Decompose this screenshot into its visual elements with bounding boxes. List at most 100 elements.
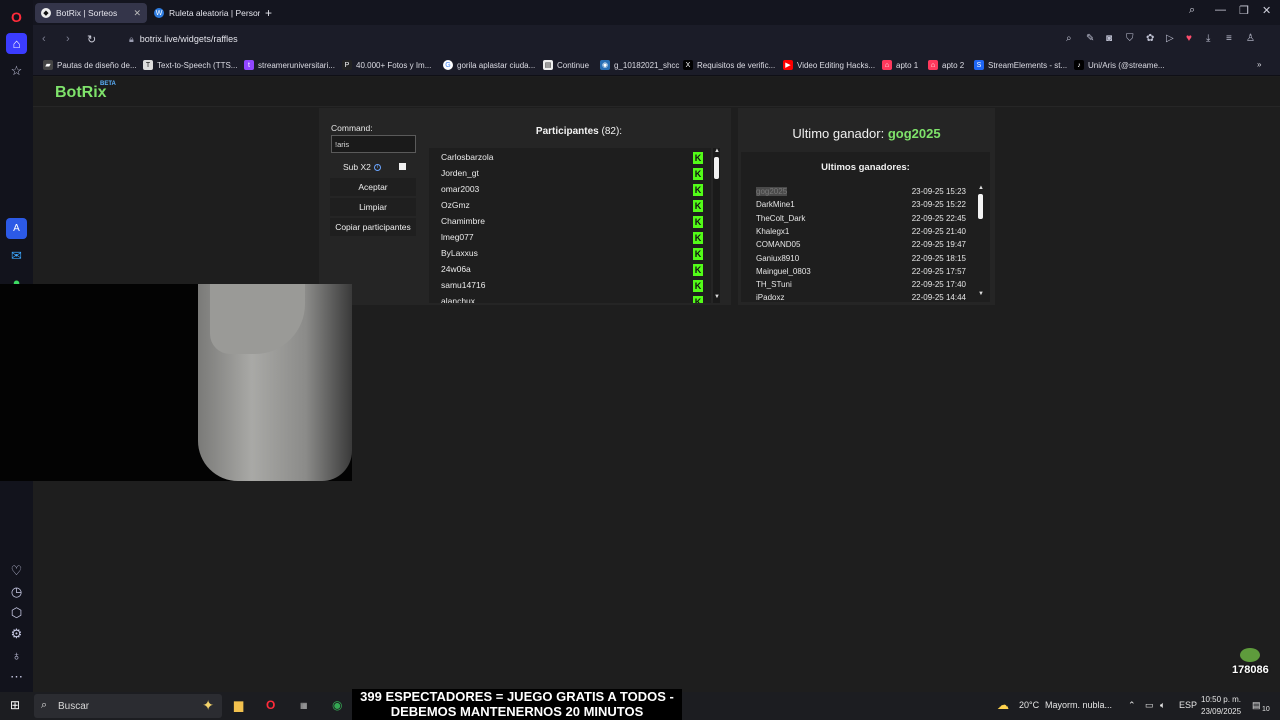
forward-icon[interactable]: › [66, 33, 70, 45]
winner-row: gog2025 23-09-25 15:23 [756, 187, 966, 200]
new-tab-button[interactable]: + [261, 3, 279, 23]
tray-chevron-icon[interactable]: ⌃ [1128, 700, 1136, 711]
messenger-icon[interactable]: ✉ [6, 245, 27, 266]
edit-icon[interactable]: ✎ [1086, 33, 1094, 44]
botrix-logo[interactable]: BotRix BETA [55, 81, 116, 102]
bookmark-item[interactable]: P 40.000+ Fotos y Im... [342, 60, 431, 70]
shield-icon[interactable]: ⛉ [1126, 33, 1134, 44]
lightbulb-icon[interactable]: ♁ [6, 645, 27, 666]
participants-scrollbar[interactable]: ▲ ▼ [713, 148, 720, 303]
participant-name: 24w06a [441, 264, 471, 274]
file-explorer-icon[interactable]: ▆ [234, 698, 243, 712]
link-icon: ◉ [600, 60, 610, 70]
overlay-line-1: 399 ESPECTADORES = JUEGO GRATIS A TODOS … [360, 689, 674, 704]
language-indicator[interactable]: ESP [1179, 700, 1197, 710]
notifications-icon[interactable]: ▤ [1252, 700, 1261, 711]
overlay-line-2: DEBEMOS MANTENERNOS 20 MINUTOS [390, 704, 644, 719]
scroll-down-icon[interactable]: ▼ [978, 291, 984, 297]
weather-desc[interactable]: Mayorm. nubla... [1045, 700, 1112, 710]
network-icon[interactable]: ▭ [1145, 700, 1154, 711]
tab-ruleta[interactable]: W Ruleta aleatoria | Personal [148, 3, 260, 23]
taskbar-search[interactable]: ⌕ Buscar ✦ [34, 694, 222, 718]
bookmark-label: Video Editing Hacks... [797, 60, 876, 70]
camera-icon[interactable]: ◙ [1106, 33, 1112, 44]
profile-icon[interactable]: ♙ [1246, 33, 1255, 44]
cube-icon[interactable]: ⬡ [6, 602, 27, 623]
winner-name: DarkMine1 [756, 200, 795, 210]
chrome-icon[interactable]: ◉ [332, 698, 342, 712]
play-icon[interactable]: ▷ [1166, 33, 1174, 44]
back-icon[interactable]: ‹ [42, 33, 46, 45]
info-icon[interactable]: i [373, 164, 381, 172]
bookmark-label: apto 1 [896, 60, 919, 70]
tts-icon: T [143, 60, 153, 70]
scrollbar-thumb[interactable] [714, 157, 719, 179]
clear-button[interactable]: Limpiar [330, 198, 416, 216]
bookmark-label: Uni/Aris (@streame... [1088, 60, 1165, 70]
copy-participants-button[interactable]: Copiar participantes [330, 218, 416, 236]
accept-button[interactable]: Aceptar [330, 178, 416, 196]
bookmark-item[interactable]: ◉ g_10182021_shcc [600, 60, 679, 70]
search-icon: ⌕ [41, 699, 48, 711]
winner-date: 22-09-25 14:44 [911, 293, 966, 300]
heart-icon[interactable]: ♥ [1186, 33, 1192, 44]
winners-list[interactable]: gog2025 23-09-25 15:23 DarkMine1 23-09-25 1… [741, 185, 990, 300]
extensions-icon[interactable]: ✿ [1146, 33, 1154, 44]
heart-icon[interactable]: ♡ [6, 560, 27, 581]
bookmark-item[interactable]: T Text-to-Speech (TTS... [143, 60, 237, 70]
tab-botrix[interactable]: ◆ BotRix | Sorteos ✕ [35, 3, 147, 23]
bookmark-item[interactable]: ▶ Video Editing Hacks... [783, 60, 875, 70]
reload-icon[interactable]: ↻ [87, 33, 96, 46]
winner-name: COMAND05 [756, 240, 801, 250]
winners-scrollbar[interactable]: ▲ ▼ [977, 185, 984, 300]
bookmark-item[interactable]: t streameruniversitari... [244, 60, 335, 70]
bookmark-label: apto 2 [942, 60, 965, 70]
volume-icon[interactable]: 🔈︎ [1160, 700, 1165, 711]
scroll-down-icon[interactable]: ▼ [714, 294, 720, 300]
windows-start-icon[interactable]: ⊞ [10, 698, 20, 712]
participant-row: omar2003 K [441, 184, 703, 199]
clock-date[interactable]: 23/09/2025 [1201, 707, 1241, 716]
more-icon[interactable]: ⋯ [6, 666, 27, 687]
opera-logo-icon[interactable]: O [6, 6, 27, 27]
bookmark-item[interactable]: ▰ Pautas de diseño de... [43, 60, 137, 70]
url-field[interactable]: 🔒︎ botrix.live/widgets/raffles [129, 34, 238, 45]
bookmark-item[interactable]: ♪ Uni/Aris (@streame... [1074, 60, 1165, 70]
weather-temp[interactable]: 20°C [1019, 700, 1039, 710]
sub-x2-checkbox[interactable] [399, 163, 406, 170]
bookmark-item[interactable]: S StreamElements - st... [974, 60, 1067, 70]
beta-badge: BETA [100, 81, 116, 87]
bookmark-item[interactable]: ▤ Continue [543, 60, 589, 70]
logo-text: BotRix [55, 84, 107, 101]
participant-row: alanchux K [441, 296, 703, 303]
history-icon[interactable]: ◷ [6, 581, 27, 602]
command-input[interactable] [331, 135, 416, 153]
bookmark-item[interactable]: ⌂ apto 1 [882, 60, 918, 70]
participants-count: (82): [601, 126, 623, 137]
star-icon[interactable]: ☆ [6, 60, 27, 81]
opera-taskbar-icon[interactable]: O [266, 698, 275, 712]
scroll-up-icon[interactable]: ▲ [978, 185, 984, 191]
menu-icon[interactable]: ≡ [1226, 33, 1232, 44]
search-tabs-icon[interactable]: ⌕ [1189, 4, 1195, 17]
maximize-icon[interactable]: ❐ [1239, 4, 1249, 17]
participants-list[interactable]: Carlosbarzola K Jorden_gt Komar2003 K OzGmz K C… [429, 148, 711, 303]
bookmark-item[interactable]: X Requisitos de verific... [683, 60, 775, 70]
bookmark-label: g_10182021_shcc [614, 60, 680, 70]
sparkle-icon: ✦ [202, 697, 214, 713]
close-icon[interactable]: ✕ [133, 8, 141, 19]
download-icon[interactable]: ⤓ [1206, 33, 1210, 44]
search-icon[interactable]: ⌕ [1066, 33, 1072, 44]
aria-icon[interactable]: A [6, 218, 27, 239]
minimize-icon[interactable]: — [1215, 4, 1226, 16]
bookmarks-overflow-icon[interactable]: » [1257, 60, 1261, 69]
bookmark-item[interactable]: Ggorila aplastar ciuda... [443, 60, 535, 70]
settings-icon[interactable]: ⚙ [6, 623, 27, 644]
app-taskbar-icon[interactable]: ▦ [300, 701, 308, 710]
close-window-icon[interactable]: ✕ [1262, 4, 1271, 17]
clock-time[interactable]: 10:50 p. m. [1201, 695, 1241, 704]
scroll-up-icon[interactable]: ▲ [714, 148, 720, 154]
home-icon[interactable]: ⌂ [6, 33, 27, 54]
bookmark-item[interactable]: ⌂ apto 2 [928, 60, 964, 70]
scrollbar-thumb[interactable] [978, 194, 983, 219]
